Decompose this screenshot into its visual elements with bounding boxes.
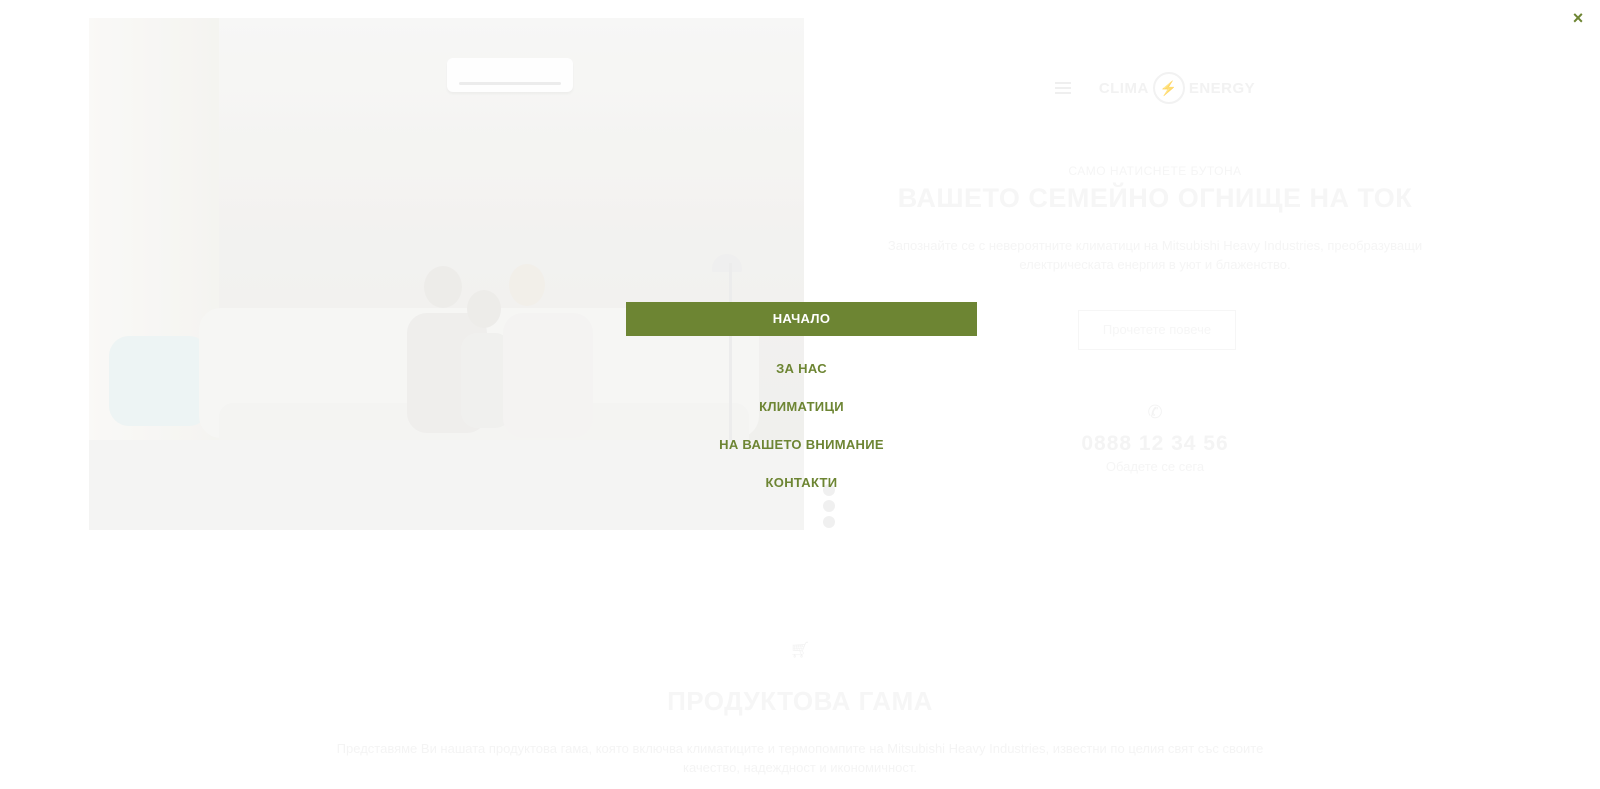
menu-item-attention[interactable]: НА ВАШЕТО ВНИМАНИЕ: [626, 426, 977, 464]
menu-overlay: × НАЧАЛО ЗА НАС КЛИМАТИЦИ НА ВАШЕТО ВНИМ…: [0, 0, 1600, 789]
menu-item-air-conditioners[interactable]: КЛИМАТИЦИ: [626, 388, 977, 426]
menu-item-contacts[interactable]: КОНТАКТИ: [626, 464, 977, 502]
menu-item-home[interactable]: НАЧАЛО: [626, 302, 977, 336]
close-icon[interactable]: ×: [1568, 8, 1588, 28]
menu-item-about[interactable]: ЗА НАС: [626, 350, 977, 388]
main-menu: НАЧАЛО ЗА НАС КЛИМАТИЦИ НА ВАШЕТО ВНИМАН…: [626, 302, 977, 502]
